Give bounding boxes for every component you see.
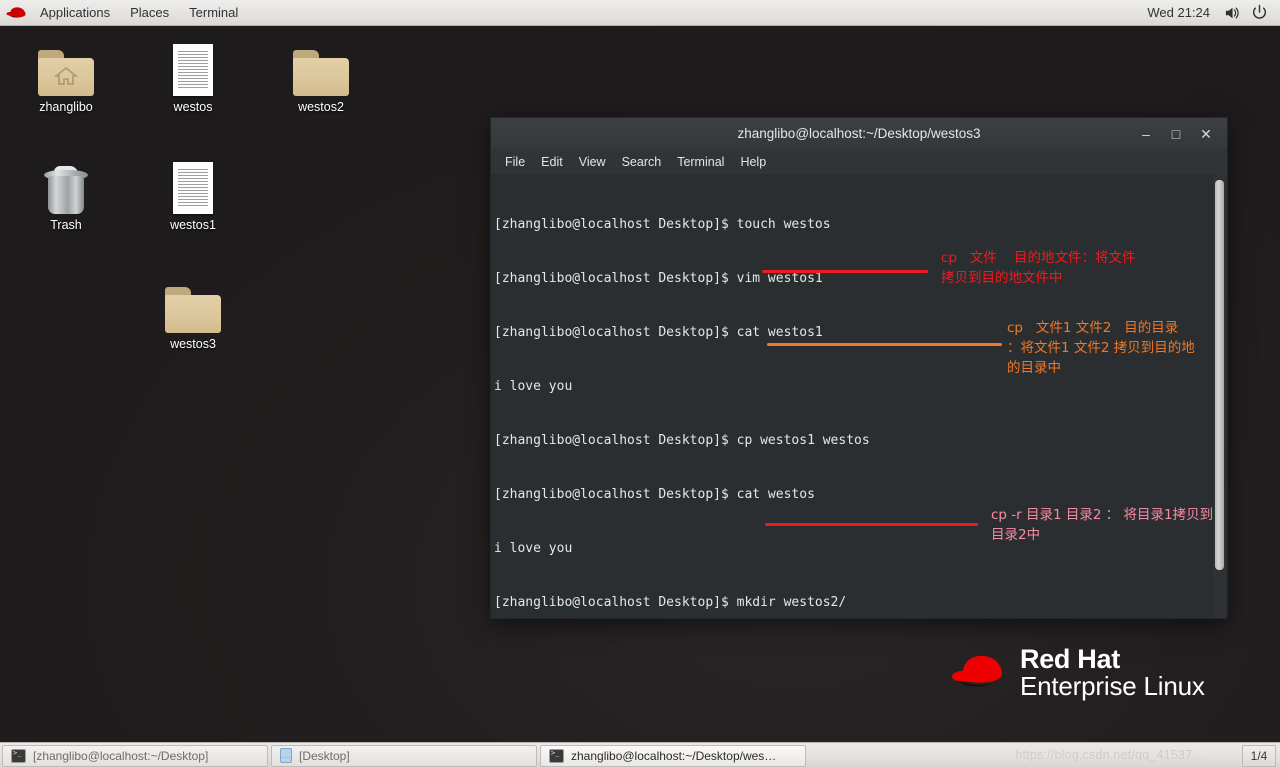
taskbar-item-terminal-desktop[interactable]: [zhanglibo@localhost:~/Desktop] (2, 744, 268, 767)
terminal-menubar: File Edit View Search Terminal Help (490, 149, 1228, 174)
taskbar-item-label: [Desktop] (299, 748, 350, 763)
trash-icon (18, 152, 114, 214)
terminal-line: [zhanglibo@localhost Desktop]$ vim westo… (494, 271, 823, 286)
window-controls: – □ ✕ (1139, 127, 1227, 141)
desktop-icon-westos[interactable]: westos (145, 34, 241, 114)
taskbar-spacer: https://blog.csdn.net/qq_41537… (809, 745, 1239, 767)
top-panel: Applications Places Terminal Wed 21:24 (0, 0, 1280, 26)
menu-places[interactable]: Places (120, 0, 179, 26)
redhat-fedora-icon[interactable] (6, 6, 28, 20)
terminal-icon (11, 748, 26, 763)
desktop-icon-label: zhanglibo (39, 100, 93, 114)
panel-status-area: Wed 21:24 (1139, 3, 1280, 23)
terminal-line: i love you (494, 541, 573, 556)
desktop-icon-label: westos3 (170, 337, 216, 351)
taskbar-item-files-desktop[interactable]: [Desktop] (271, 744, 537, 767)
folder-icon (273, 34, 369, 96)
desktop-icon-westos3[interactable]: westos3 (145, 271, 241, 351)
redhat-hat-icon (950, 652, 1008, 694)
desktop-icon-zhanglibo[interactable]: zhanglibo (18, 34, 114, 114)
terminal-icon (549, 748, 564, 763)
watermark-text: https://blog.csdn.net/qq_41537… (1015, 747, 1205, 762)
menu-edit[interactable]: Edit (533, 153, 571, 171)
menu-view[interactable]: View (571, 153, 614, 171)
file-icon (145, 152, 241, 214)
home-folder-icon (18, 34, 114, 96)
menu-terminal[interactable]: Terminal (669, 153, 732, 171)
clock[interactable]: Wed 21:24 (1139, 5, 1218, 20)
terminal-line: [zhanglibo@localhost Desktop]$ cat westo… (494, 487, 815, 502)
terminal-line: [zhanglibo@localhost Desktop]$ touch wes… (494, 217, 831, 232)
desktop-icon-westos1[interactable]: westos1 (145, 152, 241, 232)
rhel-branding: Red Hat Enterprise Linux (950, 645, 1205, 701)
terminal-titlebar[interactable]: zhanglibo@localhost:~/Desktop/westos3 – … (490, 117, 1228, 149)
desktop-icon-trash[interactable]: Trash (18, 152, 114, 232)
menu-applications[interactable]: Applications (30, 0, 120, 26)
terminal-line: [zhanglibo@localhost Desktop]$ cp westos… (494, 433, 870, 448)
file-icon (145, 34, 241, 96)
files-icon (280, 748, 292, 763)
maximize-button[interactable]: □ (1169, 127, 1183, 141)
power-icon[interactable] (1248, 3, 1270, 23)
terminal-body[interactable]: [zhanglibo@localhost Desktop]$ touch wes… (490, 174, 1228, 619)
taskbar-item-label: [zhanglibo@localhost:~/Desktop] (33, 748, 209, 763)
terminal-line: i love you (494, 379, 573, 394)
menu-search[interactable]: Search (614, 153, 670, 171)
minimize-button[interactable]: – (1139, 127, 1153, 141)
brand-line-1: Red Hat (1020, 644, 1120, 674)
desktop-icon-label: westos2 (298, 100, 344, 114)
taskbar: [zhanglibo@localhost:~/Desktop] [Desktop… (0, 742, 1280, 768)
terminal-window[interactable]: zhanglibo@localhost:~/Desktop/westos3 – … (490, 117, 1228, 619)
terminal-title: zhanglibo@localhost:~/Desktop/westos3 (737, 126, 981, 141)
close-button[interactable]: ✕ (1199, 127, 1213, 141)
desktop-icon-label: westos (173, 100, 213, 114)
brand-line-2: Enterprise Linux (1020, 671, 1205, 702)
menu-help[interactable]: Help (732, 153, 774, 171)
taskbar-item-label: zhanglibo@localhost:~/Desktop/wes… (571, 748, 777, 763)
terminal-line: [zhanglibo@localhost Desktop]$ mkdir wes… (494, 595, 847, 610)
volume-icon[interactable] (1222, 3, 1244, 23)
workspace-indicator[interactable]: 1/4 (1242, 744, 1276, 767)
scrollbar-thumb[interactable] (1215, 180, 1224, 570)
terminal-output[interactable]: [zhanglibo@localhost Desktop]$ touch wes… (494, 180, 1213, 618)
desktop-icon-label: westos1 (170, 218, 216, 232)
desktop-icon-label: Trash (50, 218, 82, 232)
terminal-scrollbar[interactable] (1213, 174, 1226, 618)
taskbar-item-terminal-westos3[interactable]: zhanglibo@localhost:~/Desktop/wes… (540, 744, 806, 767)
menu-terminal[interactable]: Terminal (179, 0, 248, 26)
menu-file[interactable]: File (497, 153, 533, 171)
folder-icon (145, 271, 241, 333)
desktop-icon-westos2[interactable]: westos2 (273, 34, 369, 114)
terminal-line: [zhanglibo@localhost Desktop]$ cat westo… (494, 325, 823, 340)
